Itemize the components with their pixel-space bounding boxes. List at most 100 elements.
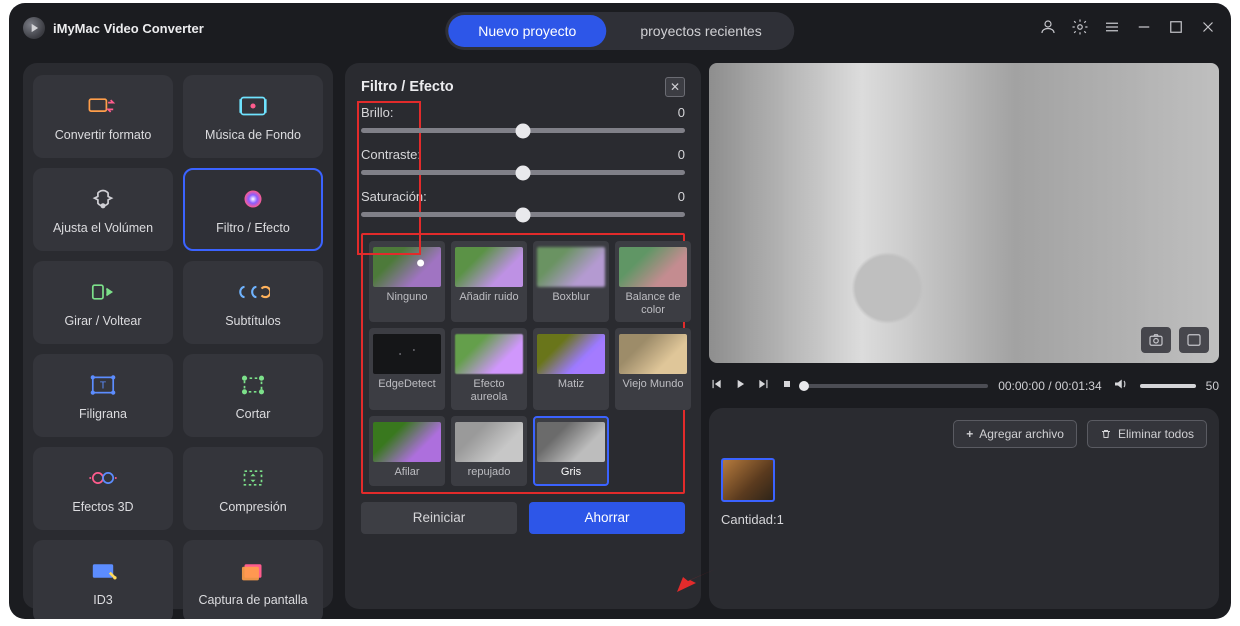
filter-a-adir-ruido[interactable]: Añadir ruido [451, 241, 527, 322]
sidebar-icon [235, 92, 271, 120]
filter-thumbnail [455, 247, 523, 287]
slider-brillo[interactable] [361, 128, 685, 133]
sidebar-item-label: ID3 [93, 593, 112, 607]
sidebar-item-id3[interactable]: ID3 [33, 540, 173, 619]
sidebar-item-label: Música de Fondo [205, 128, 301, 142]
filter-matiz[interactable]: Matiz [533, 328, 609, 409]
sidebar-icon [85, 92, 121, 120]
filter-repujado[interactable]: repujado [451, 416, 527, 486]
snapshot-icon[interactable] [1141, 327, 1171, 353]
volume-icon[interactable] [1112, 375, 1130, 396]
volume-value: 50 [1206, 379, 1219, 393]
svg-text:T: T [100, 380, 106, 391]
stop-button-icon[interactable] [781, 378, 793, 393]
filter-label: Ninguno [387, 291, 428, 304]
filter-viejo-mundo[interactable]: Viejo Mundo [615, 328, 691, 409]
sidebar-icon [85, 464, 121, 492]
slider-label: Saturación: [361, 189, 427, 204]
sidebar-item-label: Convertir formato [55, 128, 152, 142]
sidebar-icon [235, 278, 271, 306]
slider-value: 0 [678, 147, 685, 162]
sidebar-item-filtro-efecto[interactable]: Filtro / Efecto [183, 168, 323, 251]
filter-label: Añadir ruido [459, 291, 518, 304]
sidebar-item-cortar[interactable]: Cortar [183, 354, 323, 437]
sidebar-icon [235, 185, 271, 213]
sidebar-item-girar-voltear[interactable]: Girar / Voltear [33, 261, 173, 344]
filter-thumbnail [619, 247, 687, 287]
account-icon[interactable] [1039, 18, 1057, 39]
sidebar-icon [85, 557, 121, 585]
filter-thumbnail [455, 422, 523, 462]
title-bar: iMyMac Video Converter Nuevo proyecto pr… [9, 3, 1231, 53]
sidebar-icon [85, 185, 121, 213]
sidebar-item-label: Cortar [236, 407, 271, 421]
filter-thumbnail [537, 334, 605, 374]
fullscreen-icon[interactable] [1179, 327, 1209, 353]
filter-label: Balance de color [619, 291, 687, 316]
queue-count: Cantidad:1 [721, 512, 1207, 527]
save-button[interactable]: Ahorrar [529, 502, 685, 534]
slider-saturación[interactable] [361, 212, 685, 217]
filter-panel-title: Filtro / Efecto [361, 79, 454, 95]
add-file-button[interactable]: + Agregar archivo [953, 420, 1077, 448]
sidebar-item-convertir-formato[interactable]: Convertir formato [33, 75, 173, 158]
filter-thumbnail [619, 334, 687, 374]
volume-slider[interactable] [1140, 384, 1196, 388]
filter-thumbnail [373, 334, 441, 374]
clear-all-button[interactable]: Eliminar todos [1087, 420, 1207, 448]
sidebar-item-ajusta-el-vol-men[interactable]: Ajusta el Volúmen [33, 168, 173, 251]
sidebar-item-captura-de-pantalla[interactable]: Captura de pantalla [183, 540, 323, 619]
sidebar-item-label: Filtro / Efecto [216, 221, 290, 235]
filter-label: repujado [468, 466, 511, 479]
filter-afilar[interactable]: Afilar [369, 416, 445, 486]
slider-label: Brillo: [361, 105, 394, 120]
filter-ninguno[interactable]: Ninguno [369, 241, 445, 322]
app-logo-icon [23, 17, 45, 39]
filter-gris[interactable]: Gris [533, 416, 609, 486]
prev-button-icon[interactable] [709, 377, 723, 394]
tab-new-project[interactable]: Nuevo proyecto [448, 15, 606, 47]
filter-label: Matiz [558, 378, 584, 391]
next-button-icon[interactable] [757, 377, 771, 394]
tab-recent-projects[interactable]: proyectos recientes [610, 15, 791, 47]
filter-edgedetect[interactable]: EdgeDetect [369, 328, 445, 409]
filter-label: Gris [561, 466, 581, 479]
sidebar: Convertir formato Música de Fondo Ajusta e… [9, 53, 343, 619]
window-maximize-icon[interactable] [1167, 18, 1185, 39]
video-preview [709, 63, 1219, 363]
slider-contraste[interactable] [361, 170, 685, 175]
window-minimize-icon[interactable] [1135, 18, 1153, 39]
filter-label: Viejo Mundo [623, 378, 684, 391]
settings-icon[interactable] [1071, 18, 1089, 39]
sidebar-icon [235, 371, 271, 399]
filter-label: EdgeDetect [378, 378, 435, 391]
menu-icon[interactable] [1103, 18, 1121, 39]
sidebar-icon: T [85, 371, 121, 399]
sidebar-item-compresi-n[interactable]: Compresión [183, 447, 323, 530]
sidebar-item-subt-tulos[interactable]: Subtítulos [183, 261, 323, 344]
sidebar-item-label: Efectos 3D [72, 500, 133, 514]
sidebar-item-filigrana[interactable]: TFiligrana [33, 354, 173, 437]
sidebar-item-label: Ajusta el Volúmen [53, 221, 153, 235]
sidebar-item-m-sica-de-fondo[interactable]: Música de Fondo [183, 75, 323, 158]
queue-thumbnail[interactable] [721, 458, 775, 502]
filter-label: Efecto aureola [455, 378, 523, 403]
filter-efecto-aureola[interactable]: Efecto aureola [451, 328, 527, 409]
filter-boxblur[interactable]: Boxblur [533, 241, 609, 322]
queue-panel: + Agregar archivo Eliminar todos Cantida… [709, 408, 1219, 609]
playback-bar: 00:00:00 / 00:01:34 50 [709, 375, 1219, 396]
sidebar-item-efectos-3d[interactable]: Efectos 3D [33, 447, 173, 530]
filter-thumbnail [373, 247, 441, 287]
sidebar-icon [85, 278, 121, 306]
reset-button[interactable]: Reiniciar [361, 502, 517, 534]
window-close-icon[interactable] [1199, 18, 1217, 39]
project-tabs: Nuevo proyecto proyectos recientes [445, 12, 794, 50]
sidebar-icon [235, 464, 271, 492]
filter-label: Afilar [394, 466, 419, 479]
sidebar-icon [235, 557, 271, 585]
seek-slider[interactable] [803, 384, 988, 388]
close-panel-button[interactable]: ✕ [665, 77, 685, 97]
play-button-icon[interactable] [733, 377, 747, 394]
filter-balance-de-color[interactable]: Balance de color [615, 241, 691, 322]
time-display: 00:00:00 / 00:01:34 [998, 379, 1101, 393]
